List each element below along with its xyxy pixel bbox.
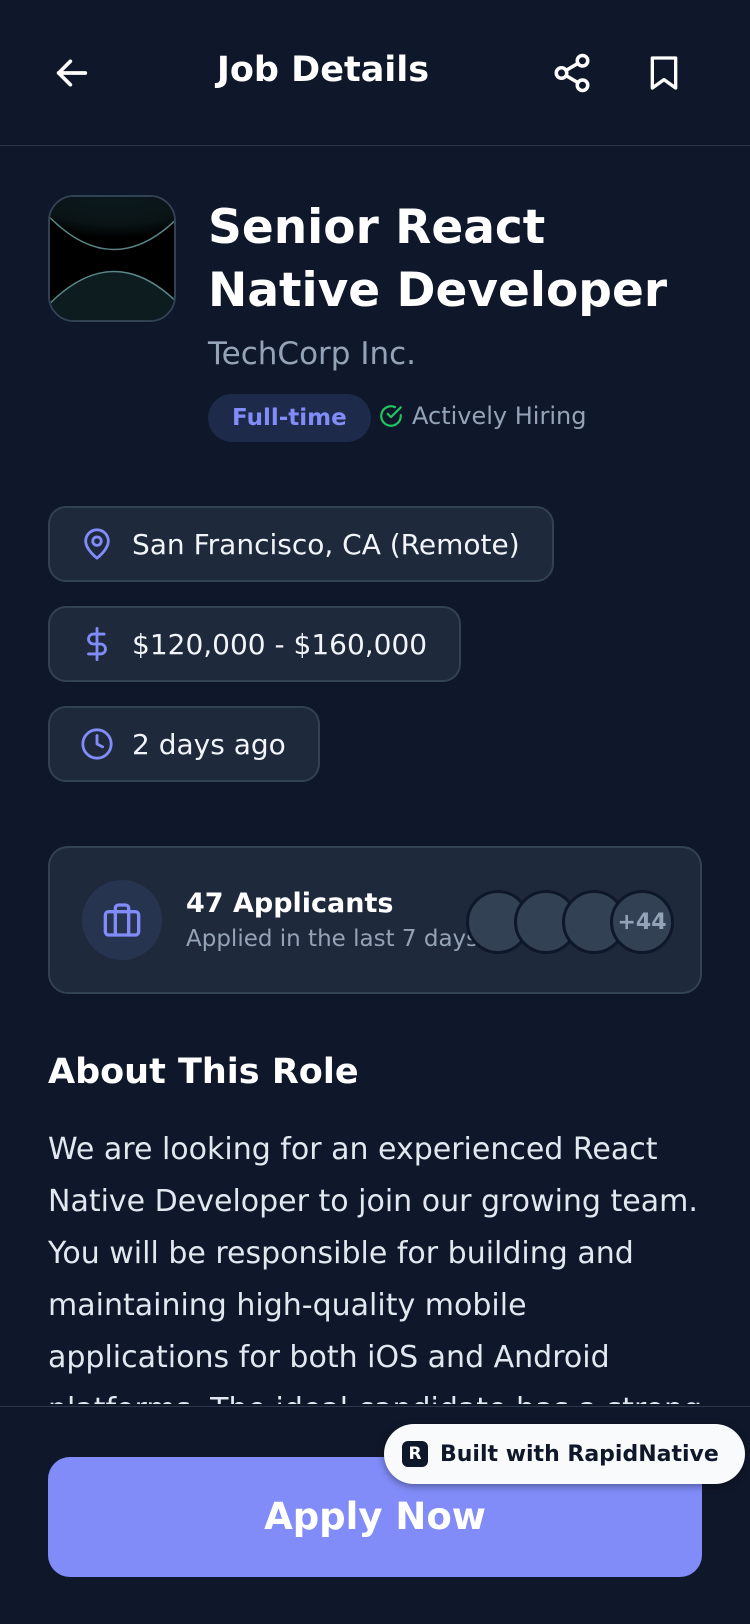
salary-chip: $120,000 - $160,000 [48,606,462,682]
applicants-count: 47 Applicants [186,888,394,919]
applicants-subtitle: Applied in the last 7 days [186,926,479,952]
job-type-badge: Full-time [208,394,371,442]
built-with-text: Built with RapidNative [440,1441,719,1467]
hiring-status-text: Actively Hiring [412,402,587,430]
share-button[interactable] [546,47,598,99]
about-description: We are looking for an experienced React … [48,1132,702,1404]
posted-time-text: 2 days ago [132,727,286,761]
more-applicants-count: +44 [610,890,674,954]
clock-icon [81,728,113,760]
dollar-icon [87,627,107,661]
about-scroll-area[interactable]: We are looking for an experienced React … [48,1124,708,1404]
briefcase-icon [103,903,141,937]
location-pin-icon [84,528,110,560]
applicants-card: 47 Applicants Applied in the last 7 days… [48,846,702,994]
built-with-badge[interactable]: R Built with RapidNative [384,1424,745,1484]
rapidnative-logo-icon: R [402,1441,428,1467]
briefcase-badge [82,880,162,960]
app-header: Job Details [0,0,750,146]
share-icon [554,53,590,93]
salary-text: $120,000 - $160,000 [132,627,428,661]
company-name: TechCorp Inc. [208,336,417,372]
bookmark-button[interactable] [638,47,690,99]
bookmark-icon [650,56,678,90]
hiring-status: Actively Hiring [378,402,586,430]
posted-time-chip: 2 days ago [48,706,320,782]
job-title: Senior React Native Developer [208,200,668,318]
about-section-title: About This Role [48,1052,359,1092]
check-circle-icon [380,405,402,427]
company-logo [48,195,176,322]
location-chip: San Francisco, CA (Remote) [48,506,554,582]
location-text: San Francisco, CA (Remote) [132,527,520,561]
